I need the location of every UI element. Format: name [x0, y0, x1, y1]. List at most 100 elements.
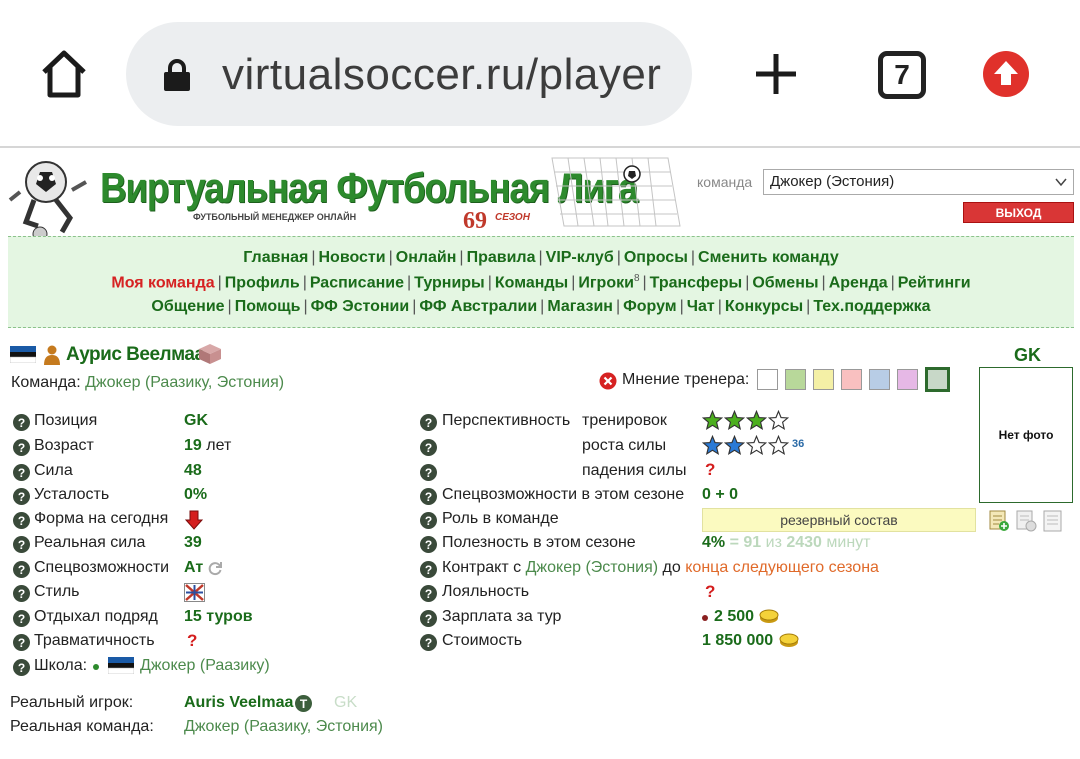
help-icon[interactable]: ?: [420, 561, 437, 578]
coach-opinion-swatch[interactable]: [869, 369, 890, 390]
box-icon[interactable]: [198, 343, 222, 365]
coach-opinion-swatch[interactable]: [785, 369, 806, 390]
attribute-label: Школа:: [34, 657, 88, 674]
star-icon: [768, 435, 789, 456]
star-icon: [768, 410, 789, 431]
nav-link[interactable]: Аренда: [829, 274, 888, 291]
coach-opinion-swatch[interactable]: [813, 369, 834, 390]
nav-link[interactable]: Главная: [243, 249, 308, 266]
help-icon[interactable]: ?: [13, 439, 30, 456]
nav-link[interactable]: ФФ Австралии: [419, 298, 537, 315]
help-icon[interactable]: ?: [420, 634, 437, 651]
svg-text:?: ?: [18, 490, 25, 504]
style-icon[interactable]: [184, 583, 205, 602]
nav-link[interactable]: Помощь: [235, 298, 301, 315]
help-icon[interactable]: ?: [13, 634, 30, 651]
player-team-link[interactable]: Джокер (Раазику, Эстония): [85, 374, 284, 391]
star-icon: [746, 435, 767, 456]
nav-link[interactable]: Профиль: [225, 274, 300, 291]
logout-button[interactable]: ВЫХОД: [963, 202, 1074, 223]
school-link[interactable]: Джокер (Раазику): [140, 657, 270, 675]
nav-link[interactable]: Новости: [319, 249, 386, 266]
rested-value: 15 туров: [184, 608, 253, 625]
svg-text:?: ?: [18, 416, 25, 430]
help-icon[interactable]: ?: [13, 512, 30, 529]
nav-link[interactable]: Конкурсы: [725, 298, 803, 315]
coach-opinion-swatch[interactable]: [757, 369, 778, 390]
nav-link[interactable]: Команды: [495, 274, 568, 291]
position-value: GK: [184, 412, 208, 429]
plus-icon[interactable]: [752, 50, 800, 98]
svg-text:?: ?: [18, 563, 25, 577]
nav-link[interactable]: Игроки: [578, 274, 634, 291]
attribute-label: Отдыхал подряд: [34, 608, 158, 625]
help-icon[interactable]: ?: [420, 585, 437, 602]
help-icon[interactable]: ?: [420, 488, 437, 505]
star-icon: [724, 435, 745, 456]
help-icon[interactable]: ?: [13, 610, 30, 627]
contract-team-link[interactable]: Джокер (Эстония): [526, 559, 659, 576]
svg-text:?: ?: [18, 538, 25, 552]
nav-link[interactable]: Форум: [623, 298, 677, 315]
nav-link[interactable]: VIP-клуб: [546, 249, 614, 266]
coach-opinion-label: Мнение тренера:: [622, 371, 750, 388]
coach-opinion-swatch[interactable]: [897, 369, 918, 390]
coach-opinion-swatch[interactable]: [841, 369, 862, 390]
help-icon[interactable]: ?: [13, 464, 30, 481]
nav-link[interactable]: Расписание: [310, 274, 404, 291]
real-team-label: Реальная команда:: [10, 718, 154, 735]
team-select[interactable]: Джокер (Эстония): [763, 169, 1074, 195]
player-name: Аурис Веелмаа: [66, 344, 205, 365]
nav-link[interactable]: Сменить команду: [698, 249, 839, 266]
help-icon[interactable]: ?: [420, 536, 437, 553]
cost-value: 1 850 000: [702, 632, 774, 649]
salary-label: Зарплата за тур: [442, 608, 562, 625]
person-icon: [44, 345, 60, 365]
help-icon[interactable]: ?: [13, 536, 30, 553]
help-icon[interactable]: ?: [420, 610, 437, 627]
nav-link[interactable]: Правила: [467, 249, 536, 266]
nav-link[interactable]: ФФ Эстонии: [311, 298, 410, 315]
coach-opinion-swatch-selected[interactable]: [925, 367, 950, 392]
close-circle-icon[interactable]: [599, 372, 617, 390]
nav-link[interactable]: Тех.поддержка: [813, 298, 930, 315]
nav-link[interactable]: Турниры: [414, 274, 485, 291]
star-icon: [746, 410, 767, 431]
help-icon[interactable]: ?: [420, 464, 437, 481]
note-icon[interactable]: [1016, 510, 1037, 532]
help-icon[interactable]: ?: [13, 659, 30, 676]
estonia-flag-icon: [108, 657, 134, 674]
nav-link[interactable]: Чат: [687, 298, 715, 315]
nav-link[interactable]: Онлайн: [396, 249, 457, 266]
help-icon[interactable]: ?: [420, 439, 437, 456]
site-header: Виртуальная Футбольная Лига ФУТБОЛЬНЫЙ М…: [0, 150, 1080, 242]
nav-link[interactable]: Трансферы: [650, 274, 743, 291]
role-select[interactable]: резервный состав: [702, 508, 976, 532]
tab-switcher-button[interactable]: 7: [878, 51, 926, 99]
help-icon[interactable]: ?: [13, 561, 30, 578]
nav-link[interactable]: Магазин: [547, 298, 613, 315]
help-icon[interactable]: ?: [13, 585, 30, 602]
nav-link[interactable]: Опросы: [624, 249, 688, 266]
contract-line: Контракт с Джокер (Эстония) до конца сле…: [442, 559, 879, 576]
refresh-icon[interactable]: [207, 560, 223, 576]
dot-icon: [93, 664, 99, 670]
unknown-icon: ?: [705, 460, 716, 479]
add-note-icon[interactable]: [989, 510, 1010, 532]
url-bar[interactable]: virtualsoccer.ru/player: [126, 22, 692, 126]
nav-link[interactable]: Моя команда: [111, 274, 214, 291]
real-team-value[interactable]: Джокер (Раазику, Эстония): [184, 718, 383, 736]
nav-link[interactable]: Рейтинги: [898, 274, 971, 291]
nav-link[interactable]: Общение: [151, 298, 224, 315]
svg-text:?: ?: [18, 466, 25, 480]
help-icon[interactable]: ?: [420, 414, 437, 431]
nav-link[interactable]: Обмены: [752, 274, 818, 291]
real-player-position: GK: [334, 694, 358, 711]
help-icon[interactable]: ?: [13, 414, 30, 431]
help-icon[interactable]: ?: [13, 488, 30, 505]
dot-icon: [702, 615, 708, 621]
help-icon[interactable]: ?: [420, 512, 437, 529]
home-icon[interactable]: [38, 48, 90, 100]
upload-icon[interactable]: [982, 50, 1030, 98]
document-icon[interactable]: [1043, 510, 1062, 532]
